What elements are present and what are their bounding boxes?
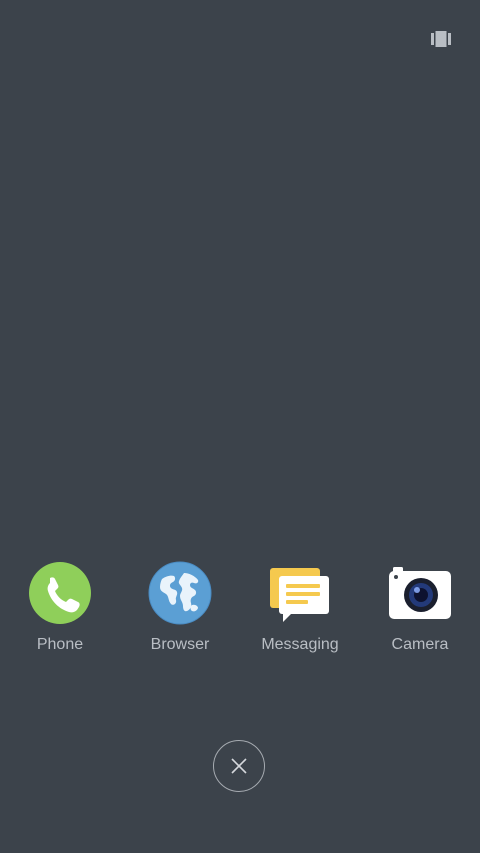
phone-icon [27,560,93,626]
app-camera[interactable]: Camera [360,560,480,654]
app-label: Browser [150,636,210,653]
recents-view-toggle[interactable] [428,28,454,50]
recents-screen: Phone Browser Messaging Camera [0,0,480,853]
app-label: Phone [36,636,84,653]
app-dock: Phone Browser Messaging Camera [0,560,480,670]
globe-icon [147,560,213,626]
app-label: Camera [391,636,449,653]
app-browser[interactable]: Browser [120,560,240,654]
camera-icon [387,560,453,626]
app-label: Messaging [261,636,339,653]
message-icon [267,560,333,626]
close-icon [231,758,247,774]
close-all-button[interactable] [213,740,265,792]
app-messaging[interactable]: Messaging [240,560,360,654]
app-phone[interactable]: Phone [0,560,120,654]
card-view-icon [431,31,451,47]
